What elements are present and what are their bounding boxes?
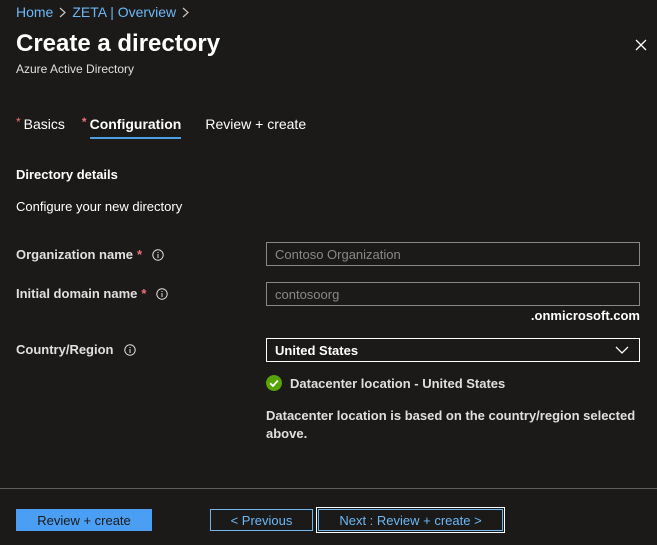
field-label-text: Country/Region xyxy=(16,342,114,357)
tab-basics[interactable]: * Basics xyxy=(16,115,65,139)
info-icon[interactable] xyxy=(152,248,164,261)
field-label-text: Organization name xyxy=(16,247,134,262)
org-name-field[interactable] xyxy=(266,242,640,266)
tab-review-create[interactable]: Review + create xyxy=(205,116,306,139)
breadcrumb-zeta-overview[interactable]: ZETA | Overview xyxy=(72,4,176,20)
breadcrumb-home[interactable]: Home xyxy=(16,4,53,20)
required-marker: * xyxy=(137,247,143,262)
domain-input[interactable] xyxy=(267,283,639,305)
chevron-right-icon xyxy=(182,7,189,18)
org-name-input[interactable] xyxy=(267,243,639,265)
country-select[interactable]: United States xyxy=(266,338,640,362)
tab-label: Basics xyxy=(23,116,65,132)
page-title: Create a directory xyxy=(16,30,221,57)
tab-label: Review + create xyxy=(205,116,307,132)
section-description: Configure your new directory xyxy=(16,199,183,214)
datacenter-note: Datacenter location is based on the coun… xyxy=(266,408,636,441)
status-text: Datacenter location - United States xyxy=(290,375,506,391)
org-name-label: Organization name * xyxy=(16,247,164,262)
page-subtitle: Azure Active Directory xyxy=(16,62,135,76)
check-circle-icon xyxy=(266,375,282,391)
required-marker: * xyxy=(16,115,21,129)
wizard-tabs: * Basics * Configuration Review + create xyxy=(16,115,306,139)
datacenter-status: Datacenter location - United States xyxy=(266,375,505,391)
footer-divider xyxy=(0,488,657,489)
field-label-text: Initial domain name xyxy=(16,286,138,301)
close-icon[interactable] xyxy=(630,34,652,56)
domain-suffix: .onmicrosoft.com xyxy=(530,308,640,323)
domain-field[interactable] xyxy=(266,282,640,306)
previous-button[interactable]: < Previous xyxy=(210,509,313,531)
tab-configuration[interactable]: * Configuration xyxy=(81,115,182,139)
create-directory-page: Home ZETA | Overview Create a directory … xyxy=(0,0,657,545)
country-label: Country/Region xyxy=(16,342,136,357)
breadcrumb: Home ZETA | Overview xyxy=(16,4,189,20)
domain-label: Initial domain name * xyxy=(16,286,169,301)
required-marker: * xyxy=(81,115,87,129)
country-selected-value: United States xyxy=(275,342,359,358)
next-button[interactable]: Next : Review + create > xyxy=(316,507,505,533)
chevron-down-icon xyxy=(615,346,629,354)
info-icon[interactable] xyxy=(123,343,136,356)
section-heading: Directory details xyxy=(16,167,118,182)
tab-label: Configuration xyxy=(89,116,182,132)
info-icon[interactable] xyxy=(156,287,169,300)
review-create-button[interactable]: Review + create xyxy=(16,509,152,531)
chevron-right-icon xyxy=(59,7,67,18)
required-marker: * xyxy=(141,286,147,301)
